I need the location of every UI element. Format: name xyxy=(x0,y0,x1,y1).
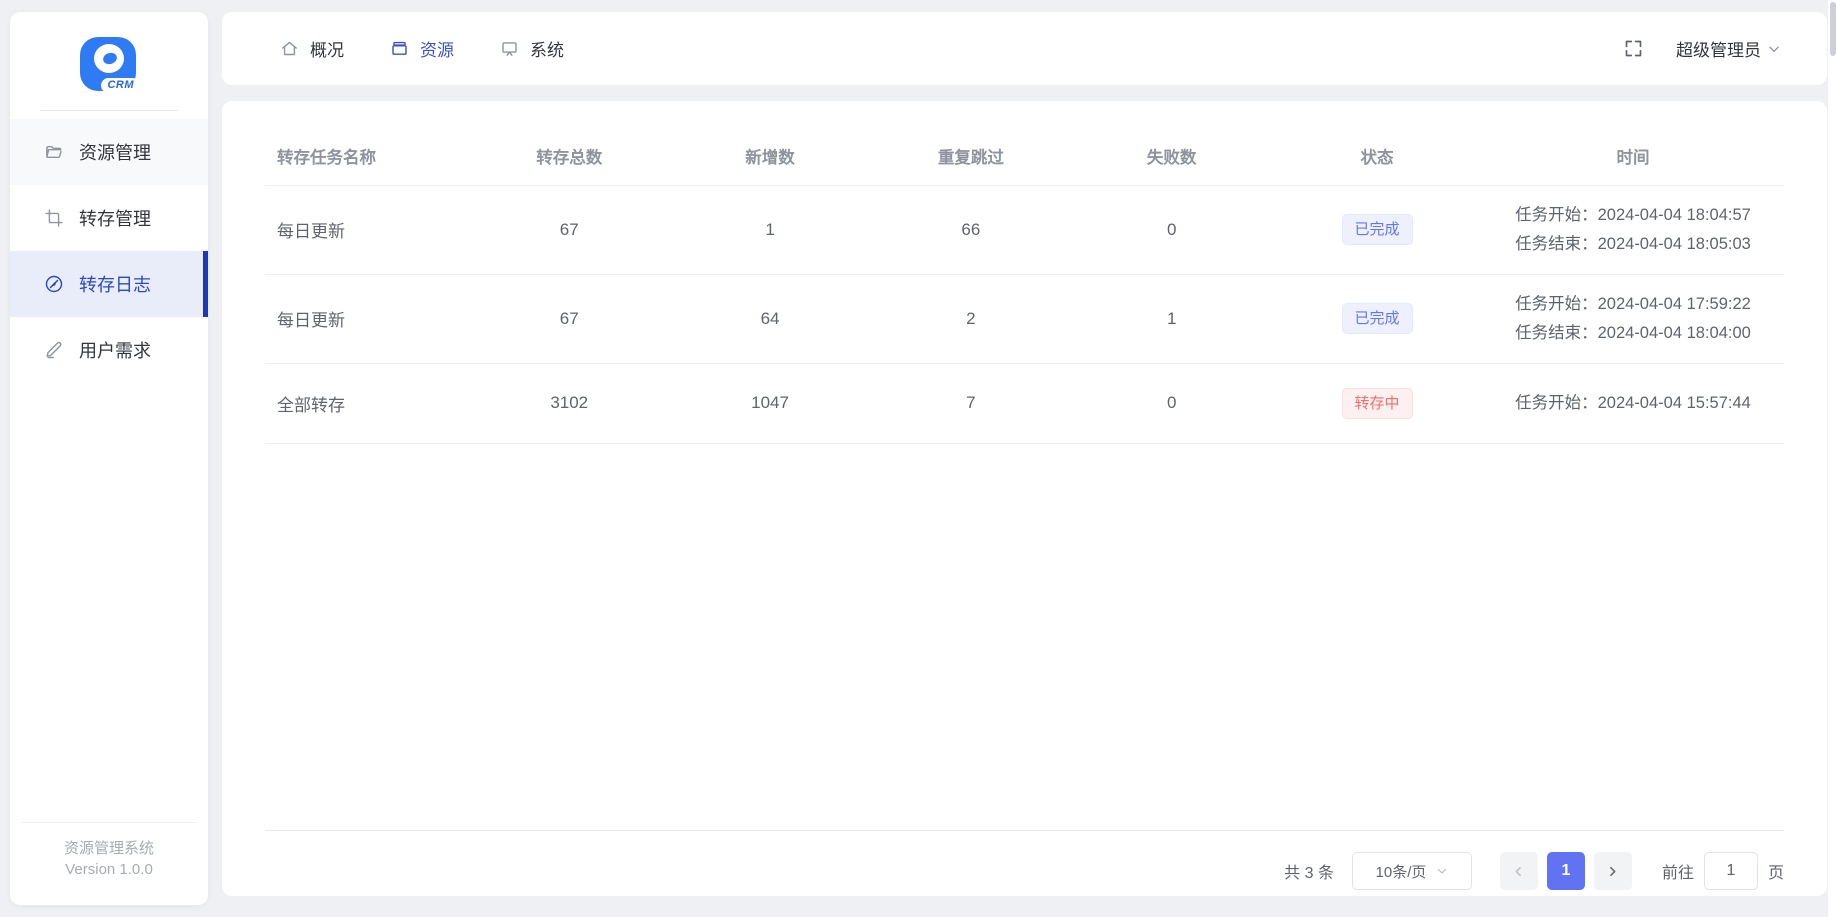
compass-icon xyxy=(44,274,64,294)
log-table: 转存任务名称 转存总数 新增数 重复跳过 失败数 状态 时间 每日更新 67 1… xyxy=(265,127,1784,444)
pagination-total: 共 3 条 xyxy=(1284,865,1334,882)
nav-item-label: 资源 xyxy=(420,41,454,60)
folder-icon xyxy=(44,142,64,162)
cell-total: 3102 xyxy=(468,363,670,444)
cell-time: 任务开始：2024-04-04 15:57:44 xyxy=(1515,393,1751,412)
cell-task-name: 全部转存 xyxy=(265,363,469,444)
col-time: 时间 xyxy=(1481,127,1784,186)
log-table-wrap: 转存任务名称 转存总数 新增数 重复跳过 失败数 状态 时间 每日更新 67 1… xyxy=(265,127,1784,831)
logo-text: CRM xyxy=(101,78,140,93)
monitor-icon xyxy=(500,39,519,58)
goto-page-input[interactable] xyxy=(1703,852,1758,890)
logo-divider xyxy=(40,110,178,111)
status-badge: 已完成 xyxy=(1341,214,1413,245)
cell-failed: 0 xyxy=(1071,185,1273,275)
cell-skipped: 7 xyxy=(870,363,1072,444)
cell-added: 1 xyxy=(669,185,871,275)
cell-time: 任务开始：2024-04-04 18:04:57 任务结束：2024-04-04… xyxy=(1515,205,1751,253)
cell-time: 任务开始：2024-04-04 17:59:22 任务结束：2024-04-04… xyxy=(1515,294,1751,342)
page-size-value: 10条/页 xyxy=(1375,863,1427,881)
nav-item-overview[interactable]: 概况 xyxy=(280,36,344,61)
table-row: 每日更新 67 64 2 1 已完成 任务开始：2024-04-04 17:59… xyxy=(265,274,1784,364)
sidebar-item-transfer-management[interactable]: 转存管理 xyxy=(10,185,208,251)
page-scrollbar[interactable] xyxy=(1828,0,1837,917)
col-status: 状态 xyxy=(1272,127,1482,186)
cell-task-name: 每日更新 xyxy=(265,274,469,364)
page-button-1[interactable]: 1 xyxy=(1546,852,1585,890)
sidebar-item-resource-management[interactable]: 资源管理 xyxy=(10,119,208,185)
cell-failed: 1 xyxy=(1071,274,1273,364)
cell-added: 1047 xyxy=(669,363,871,444)
cell-skipped: 66 xyxy=(870,185,1072,275)
sidebar-item-label: 转存日志 xyxy=(79,275,151,295)
version-text: Version 1.0.0 xyxy=(65,861,153,879)
chevron-down-icon xyxy=(1436,865,1448,877)
topbar: 概况 资源 系统 超级管理员 xyxy=(222,12,1827,85)
col-task-name: 转存任务名称 xyxy=(265,127,469,186)
col-total: 转存总数 xyxy=(468,127,670,186)
system-name: 资源管理系统 xyxy=(63,839,154,857)
goto-page: 前往 页 xyxy=(1662,852,1784,890)
col-failed: 失败数 xyxy=(1071,127,1273,186)
cell-total: 67 xyxy=(468,185,670,275)
sidebar: CRM 资源管理 转存管理 转存日志 用户需求 资源管理系统 Version 1… xyxy=(10,12,208,905)
pagination: 共 3 条 10条/页 1 前往 页 xyxy=(265,852,1784,890)
fullscreen-icon[interactable] xyxy=(1623,38,1644,59)
sidebar-item-label: 转存管理 xyxy=(79,209,151,229)
cell-task-name: 每日更新 xyxy=(265,185,469,275)
goto-unit: 页 xyxy=(1767,865,1784,882)
table-header-row: 转存任务名称 转存总数 新增数 重复跳过 失败数 状态 时间 xyxy=(265,127,1784,186)
nav-item-resources[interactable]: 资源 xyxy=(390,36,454,61)
sidebar-menu: 资源管理 转存管理 转存日志 用户需求 xyxy=(10,119,208,383)
chevron-down-icon xyxy=(1767,42,1781,56)
nav-item-system[interactable]: 系统 xyxy=(500,36,564,61)
sidebar-item-transfer-log[interactable]: 转存日志 xyxy=(10,251,208,317)
nav-item-label: 系统 xyxy=(530,41,564,60)
logo: CRM xyxy=(10,12,208,110)
col-skipped: 重复跳过 xyxy=(870,127,1072,186)
pager-buttons: 1 xyxy=(1499,852,1632,890)
table-row: 全部转存 3102 1047 7 0 转存中 任务开始：2024-04-04 1… xyxy=(265,363,1784,444)
topbar-right: 超级管理员 xyxy=(1623,36,1781,61)
edit-icon xyxy=(44,340,64,360)
cell-skipped: 2 xyxy=(870,274,1072,364)
cell-added: 64 xyxy=(669,274,871,364)
prev-page-button[interactable] xyxy=(1499,852,1538,890)
page-size-select[interactable]: 10条/页 xyxy=(1351,852,1472,890)
scrollbar-thumb[interactable] xyxy=(1829,2,1836,56)
sidebar-footer: 资源管理系统 Version 1.0.0 xyxy=(22,821,196,906)
user-name: 超级管理员 xyxy=(1676,41,1761,60)
col-added: 新增数 xyxy=(669,127,871,186)
crop-icon xyxy=(44,208,64,228)
nav-item-label: 概况 xyxy=(310,41,344,60)
content-card: 转存任务名称 转存总数 新增数 重复跳过 失败数 状态 时间 每日更新 67 1… xyxy=(222,101,1827,896)
archive-icon xyxy=(390,39,409,58)
sidebar-item-label: 用户需求 xyxy=(79,341,151,361)
top-nav: 概况 资源 系统 xyxy=(280,36,564,61)
user-menu[interactable]: 超级管理员 xyxy=(1676,36,1781,61)
sidebar-item-label: 资源管理 xyxy=(79,143,151,163)
status-badge: 已完成 xyxy=(1341,303,1413,334)
next-page-button[interactable] xyxy=(1593,852,1632,890)
cell-total: 67 xyxy=(468,274,670,364)
cell-failed: 0 xyxy=(1071,363,1273,444)
goto-label: 前往 xyxy=(1661,865,1694,882)
status-badge: 转存中 xyxy=(1341,387,1413,419)
home-icon xyxy=(280,39,299,58)
sidebar-item-user-requests[interactable]: 用户需求 xyxy=(10,317,208,383)
table-row: 每日更新 67 1 66 0 已完成 任务开始：2024-04-04 18:04… xyxy=(265,185,1784,275)
